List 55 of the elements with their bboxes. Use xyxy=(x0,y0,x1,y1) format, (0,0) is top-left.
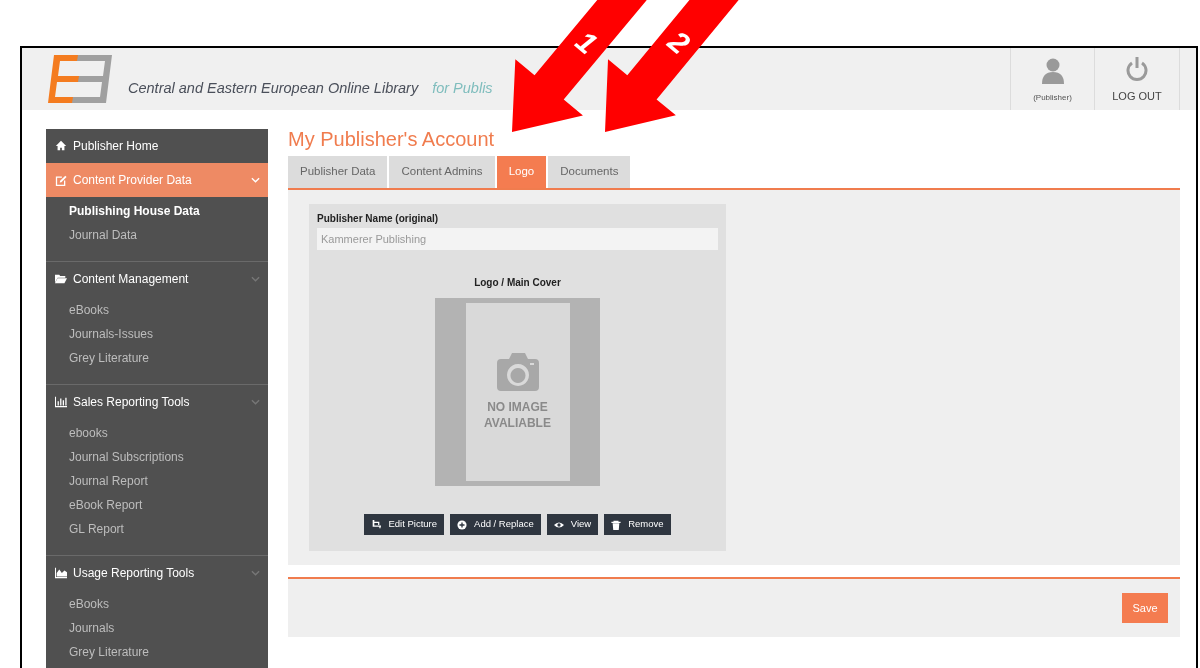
sidebar-item[interactable]: Journal Report xyxy=(46,469,268,493)
sidebar-section-header[interactable]: Usage Reporting Tools xyxy=(46,556,268,590)
sidebar-section-header[interactable]: Content Management xyxy=(46,262,268,296)
chevron-down-icon xyxy=(251,276,260,282)
folder-icon xyxy=(55,273,67,285)
logout-button[interactable]: LOG OUT xyxy=(1094,48,1180,110)
chevron-down-icon xyxy=(251,177,260,183)
area-icon xyxy=(55,567,67,579)
crop-icon xyxy=(371,519,382,530)
sidebar-item[interactable]: Journal Subscriptions xyxy=(46,445,268,469)
user-icon xyxy=(1041,58,1064,84)
annotation-number: 2 xyxy=(662,24,697,61)
tab[interactable]: Documents xyxy=(548,156,631,188)
page-title: My Publisher's Account xyxy=(288,127,496,152)
image-action-button[interactable]: View xyxy=(546,514,599,535)
annotation-number: 1 xyxy=(569,24,604,61)
image-action-button[interactable]: Remove xyxy=(604,514,671,535)
publisher-name-field[interactable]: Kammerer Publishing xyxy=(317,228,718,250)
camera-icon xyxy=(496,353,539,391)
sidebar-item[interactable]: Publishing House Data xyxy=(46,199,268,223)
image-action-button[interactable]: Add / Replace xyxy=(450,514,541,535)
sidebar-item[interactable]: ebooks xyxy=(46,421,268,445)
tab[interactable]: Logo xyxy=(496,156,547,188)
sidebar-item[interactable]: Journal Data xyxy=(46,223,268,247)
chevron-down-icon xyxy=(251,399,260,405)
user-menu[interactable]: (Publisher) xyxy=(1010,48,1094,110)
plus-circle-icon xyxy=(457,519,468,530)
sidebar-item[interactable]: eBook Report xyxy=(46,493,268,517)
home-icon xyxy=(55,140,67,152)
field-label: Publisher Name (original) xyxy=(317,212,440,226)
no-image-text: NO IMAGE AVALIABLE xyxy=(484,399,551,431)
image-action-button[interactable]: Edit Picture xyxy=(364,514,445,535)
site-name: Central and Eastern European Online Library xyxy=(128,79,419,99)
chevron-down-icon xyxy=(251,570,260,576)
power-icon xyxy=(1126,56,1148,82)
logo-label: Logo / Main Cover xyxy=(473,276,562,290)
logo-icon xyxy=(48,55,112,103)
sidebar-item[interactable]: eBooks xyxy=(46,298,268,322)
edit-icon xyxy=(55,174,67,186)
sidebar-section-header[interactable]: Publisher Home xyxy=(46,129,268,163)
sidebar-item[interactable]: Journals xyxy=(46,616,268,640)
sidebar-section-header[interactable]: Content Provider Data xyxy=(46,163,268,197)
sidebar-item[interactable]: eBooks xyxy=(46,592,268,616)
sidebar-section-header[interactable]: Sales Reporting Tools xyxy=(46,385,268,419)
sidebar-item[interactable]: Journals-Issues xyxy=(46,322,268,346)
sidebar-item[interactable]: Grey Literature xyxy=(46,640,268,664)
tab[interactable]: Publisher Data xyxy=(288,156,388,188)
save-button[interactable]: Save xyxy=(1122,593,1168,623)
sidebar-item[interactable]: Grey Literature xyxy=(46,346,268,370)
user-role: (Publisher) xyxy=(1033,92,1072,104)
sidebar-item[interactable]: GL Report xyxy=(46,517,268,541)
bars-icon xyxy=(55,396,67,408)
trash-icon xyxy=(611,519,622,530)
site-tagline: for Publis xyxy=(432,79,493,99)
tab[interactable]: Content Admins xyxy=(389,156,495,188)
